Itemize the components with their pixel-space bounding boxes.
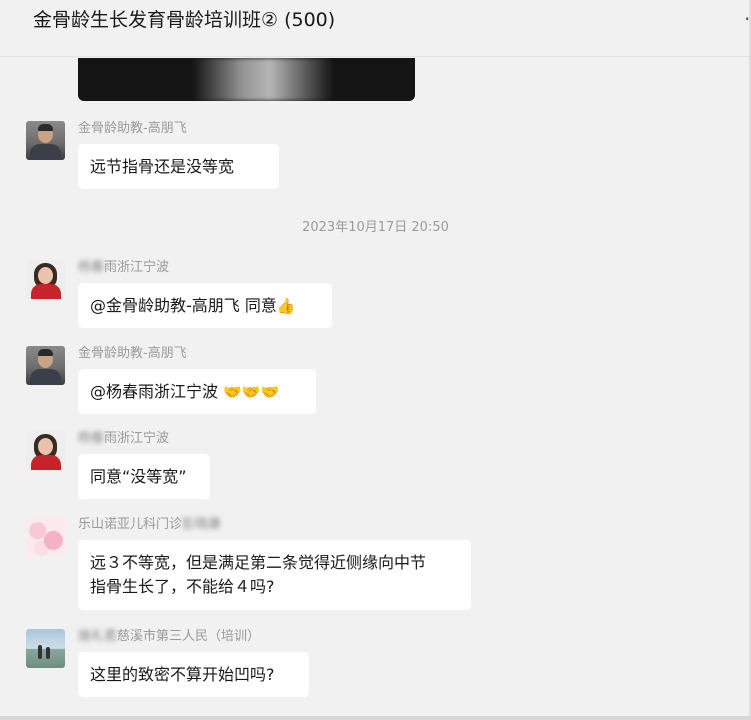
beach-avatar[interactable] [26, 629, 65, 668]
sender-name: 金骨龄助教-高朋飞 [78, 346, 187, 361]
sender-name: 施礼君慈溪市第三人民（培训） [78, 629, 261, 644]
message-text: 这里的致密不算开始凹吗? [90, 665, 275, 684]
chat-message: 杨春雨浙江宁波 @金骨龄助教-高朋飞 同意👍 [0, 260, 751, 330]
chat-message: 乐山诺亚儿科门诊彭晓康 远３不等宽，但是满足第二条觉得近侧缘向中节 指骨生长了，… [0, 517, 751, 617]
chat-timestamp: 2023年10月17日 20:50 [302, 220, 449, 235]
chat-title: 金骨龄生长发育骨龄培训班② (500) [33, 9, 336, 31]
flower-avatar[interactable] [26, 517, 65, 556]
xray-image-content [193, 58, 333, 101]
woman-avatar[interactable] [26, 431, 65, 470]
message-text-line: 远３不等宽，但是满足第二条觉得近侧缘向中节 [90, 553, 427, 572]
message-bubble[interactable]: 同意“没等宽” [78, 454, 210, 499]
chat-message: 施礼君慈溪市第三人民（培训） 这里的致密不算开始凹吗? [0, 629, 751, 699]
chat-header: 金骨龄生长发育骨龄培训班② (500) · [0, 0, 751, 57]
message-text: @杨春雨浙江宁波 [90, 382, 224, 401]
sender-name: 杨春雨浙江宁波 [78, 431, 170, 446]
sender-name: 金骨龄助教-高朋飞 [78, 121, 187, 136]
chat-message: 金骨龄助教-高朋飞 @杨春雨浙江宁波 🤝🤝🤝 [0, 346, 751, 416]
sender-name-blurred: 施礼君 [78, 629, 118, 644]
message-bubble[interactable]: 远节指骨还是没等宽 [78, 144, 279, 189]
message-text: @金骨龄助教-高朋飞 同意 [90, 296, 277, 315]
sender-name-blurred: 杨春 [78, 431, 105, 446]
sender-name: 杨春雨浙江宁波 [78, 260, 170, 275]
message-bubble[interactable]: 这里的致密不算开始凹吗? [78, 652, 309, 697]
message-bubble[interactable]: @杨春雨浙江宁波 🤝🤝🤝 [78, 369, 316, 414]
chat-message: 杨春雨浙江宁波 同意“没等宽” [0, 431, 751, 501]
divider [0, 716, 751, 720]
message-text: 同意“没等宽” [90, 467, 187, 486]
message-bubble[interactable]: 远３不等宽，但是满足第二条觉得近侧缘向中节 指骨生长了，不能给４吗? [78, 540, 471, 610]
image-message-xray[interactable] [78, 58, 415, 101]
sender-name-blurred: 杨春 [78, 260, 105, 275]
man-avatar[interactable] [26, 121, 65, 160]
sender-name: 乐山诺亚儿科门诊彭晓康 [78, 517, 222, 532]
thumbs-up-icon: 👍 [276, 297, 296, 315]
man-avatar[interactable] [26, 346, 65, 385]
chat-message: 金骨龄助教-高朋飞 远节指骨还是没等宽 [0, 121, 751, 191]
sender-name-blurred: 彭晓康 [182, 517, 222, 532]
message-bubble[interactable]: @金骨龄助教-高朋飞 同意👍 [78, 283, 332, 328]
message-text-line: 指骨生长了，不能给４吗? [90, 577, 275, 596]
woman-avatar[interactable] [26, 260, 65, 299]
message-text: 远节指骨还是没等宽 [90, 157, 235, 176]
handshake-icon: 🤝🤝🤝 [223, 383, 280, 401]
